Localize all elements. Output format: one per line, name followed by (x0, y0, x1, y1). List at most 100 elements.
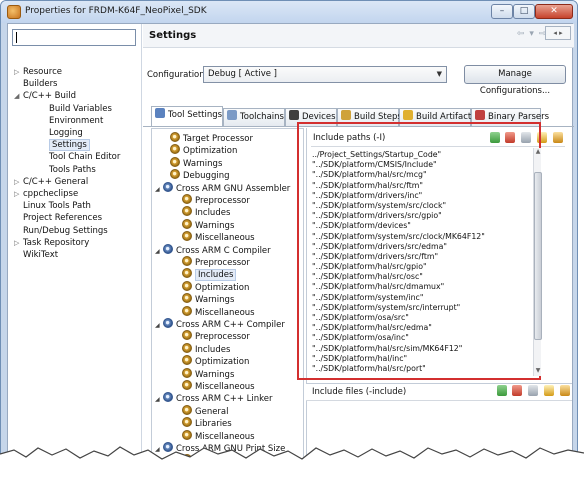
tree-item[interactable]: Project References (23, 212, 102, 224)
tree-item[interactable]: ▷ C/C++ General (14, 176, 88, 188)
tab-tool-settings[interactable]: Tool Settings (151, 106, 223, 126)
tool-tree-item[interactable]: Optimization (170, 144, 237, 156)
device-icon (289, 110, 299, 120)
tool-tree-item[interactable]: Includes (182, 342, 231, 355)
tree-item[interactable]: Environment (49, 115, 103, 127)
tool-tree-label: Warnings (195, 369, 235, 380)
tree-expander-icon[interactable]: ◢ (155, 246, 163, 258)
tool-tree-item[interactable]: Optimization (182, 280, 249, 293)
title-bar[interactable]: Properties for FRDM-K64F_NeoPixel_SDK – … (1, 1, 577, 23)
tree-item[interactable]: Logging (49, 127, 83, 139)
tab-label: Toolchains (240, 112, 284, 122)
toolchain-icon (227, 110, 237, 120)
tool-tree-item[interactable]: ◢ Cross ARM C++ Compiler (155, 318, 285, 330)
tree-item[interactable]: Builders (23, 78, 58, 90)
tree-item-label: Linux Tools Path (23, 201, 91, 212)
move-down-icon[interactable] (553, 132, 563, 143)
tool-tree-item[interactable]: Includes (182, 268, 237, 282)
tree-item-label: C/C++ General (23, 176, 89, 187)
gear-icon (182, 404, 192, 415)
tab-scroll-buttons[interactable]: ◂ ▸ (545, 26, 571, 40)
tool-tree-item[interactable]: Optimization (182, 355, 249, 367)
scroll-up-icon[interactable]: ▲ (534, 148, 542, 157)
maximize-button[interactable]: □ (513, 4, 535, 19)
tool-tree-item[interactable]: Warnings (182, 367, 235, 380)
tree-item[interactable]: Build Variables (49, 103, 112, 115)
gear-icon (182, 280, 192, 291)
scroll-down-icon[interactable]: ▼ (534, 367, 542, 376)
tool-tree-item[interactable]: Warnings (170, 156, 222, 169)
tree-item[interactable]: Tool Chain Editor (49, 151, 120, 163)
tool-tree-item[interactable]: ◢ Cross ARM C++ Linker (155, 392, 272, 404)
tree-expander-icon[interactable]: ◢ (155, 320, 163, 332)
tab-label: Binary Parsers (488, 112, 550, 122)
build-steps-icon (341, 110, 351, 120)
tool-tree-label: Debugging (183, 171, 230, 182)
tool-tree-label: Target Processor (183, 134, 253, 144)
gear-icon (163, 243, 173, 254)
tool-tree-item[interactable]: Target Processor (170, 132, 253, 144)
tree-item[interactable]: Settings (49, 139, 90, 152)
tree-expander-icon[interactable]: ◢ (14, 90, 23, 102)
gear-icon (182, 342, 192, 353)
gear-icon (170, 132, 180, 142)
tool-tree-label: Miscellaneous (195, 307, 255, 318)
scroll-thumb[interactable] (534, 172, 542, 340)
tool-tree-label: General (195, 406, 229, 417)
tree-expander-icon[interactable]: ▷ (14, 176, 23, 188)
close-button[interactable]: ✕ (535, 4, 573, 19)
tool-tree-item[interactable]: Miscellaneous (182, 231, 255, 243)
tree-item[interactable]: ▷ Resource (14, 66, 62, 78)
tool-tree-label: Includes (195, 344, 231, 355)
tool-tree-item[interactable]: Warnings (182, 293, 234, 305)
gear-icon (182, 231, 192, 242)
tool-tree-item[interactable]: ◢ Cross ARM GNU Assembler (155, 181, 291, 196)
tree-expander-icon[interactable]: ◢ (155, 184, 163, 196)
tool-tree-item[interactable]: Preprocessor (182, 256, 250, 268)
configuration-select[interactable]: Debug [ Active ] ▼ (203, 66, 447, 83)
gear-icon (182, 206, 192, 217)
artifact-icon (403, 110, 413, 120)
move-down-icon[interactable] (560, 385, 570, 396)
add-icon[interactable] (496, 385, 507, 396)
tool-tree-item[interactable]: Miscellaneous (182, 380, 255, 392)
tool-tree-item[interactable]: Includes (182, 206, 230, 218)
tree-item[interactable]: ▷ cppcheclipse (14, 188, 78, 200)
gear-icon (155, 108, 165, 118)
tool-settings-tree: Target Processor Optimization Warnings Debu… (151, 128, 304, 469)
tool-tree-item[interactable]: Miscellaneous (182, 305, 255, 318)
tree-item[interactable]: Run/Debug Settings (23, 225, 108, 237)
tree-expander-icon[interactable]: ▷ (14, 237, 23, 249)
window-title: Properties for FRDM-K64F_NeoPixel_SDK (25, 6, 207, 16)
edit-icon[interactable] (528, 385, 539, 396)
tool-tree-label: Cross ARM C Compiler (176, 245, 271, 256)
delete-icon[interactable] (512, 385, 523, 396)
gear-icon (182, 429, 192, 440)
tool-tree-item[interactable]: General (182, 404, 229, 417)
tool-tree-item[interactable]: Preprocessor (182, 194, 250, 206)
tree-expander-icon[interactable]: ▷ (14, 188, 23, 200)
tree-item[interactable]: Tools Paths (49, 164, 96, 176)
tool-tree-item[interactable]: Preprocessor (182, 330, 250, 342)
tab-toolchains[interactable]: Toolchains (223, 108, 285, 126)
tool-tree-item[interactable]: Debugging (170, 169, 230, 181)
tool-tree-item[interactable]: Libraries (182, 417, 232, 429)
tree-item[interactable]: Linux Tools Path (23, 200, 91, 212)
tool-tree-label: Preprocessor (195, 332, 250, 343)
tree-expander-icon[interactable]: ▷ (14, 66, 23, 78)
tree-item[interactable]: ▷ Task Repository (14, 237, 89, 249)
tool-tree-label: Cross ARM GNU Assembler (176, 183, 291, 194)
move-up-icon[interactable] (544, 385, 555, 396)
tool-tree-label: Cross ARM C++ Linker (176, 394, 273, 405)
tree-item[interactable]: ◢ C/C++ Build (14, 90, 76, 102)
tool-tree-item[interactable]: Warnings (182, 218, 234, 231)
filter-input[interactable] (12, 29, 136, 46)
include-paths-scrollbar[interactable]: ▲ ▼ (533, 148, 542, 376)
tree-item[interactable]: WikiText (23, 249, 58, 261)
minimize-button[interactable]: – (491, 4, 513, 19)
page-title: Settings (149, 30, 197, 41)
tree-expander-icon[interactable]: ◢ (155, 394, 163, 406)
gear-icon (182, 417, 192, 428)
tool-tree-item[interactable]: ◢ Cross ARM C Compiler (155, 243, 271, 258)
manage-configurations-button[interactable]: Manage Configurations... (464, 65, 566, 96)
